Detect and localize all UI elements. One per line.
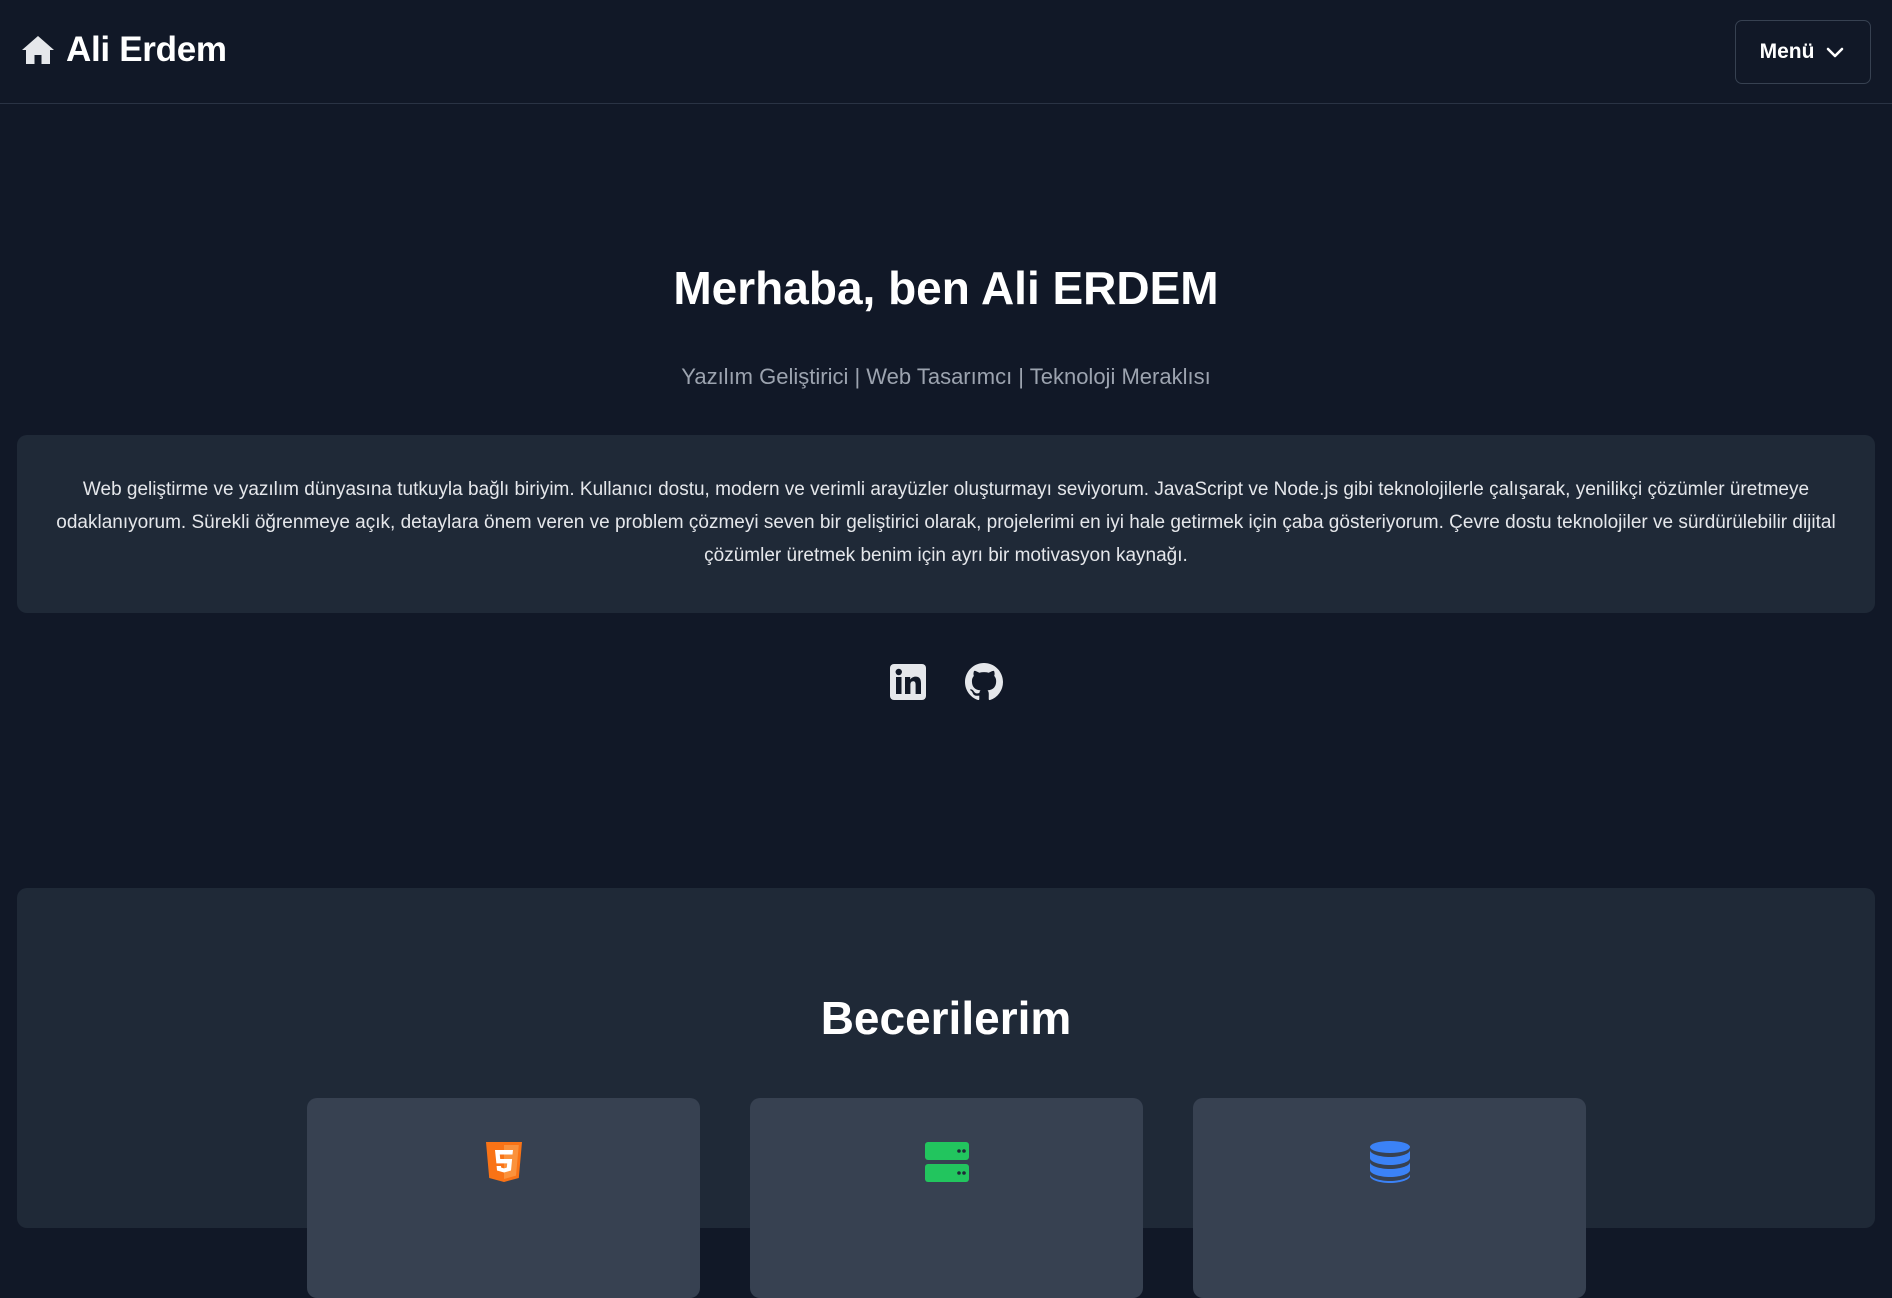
menu-label: Menü [1759,40,1815,63]
skills-section: Becerilerim [17,888,1875,1298]
about-card: Web geliştirme ve yazılım dünyasına tutk… [17,435,1875,613]
github-icon [965,663,1003,701]
home-icon [22,36,54,64]
html5-icon [485,1142,522,1182]
about-text: Web geliştirme ve yazılım dünyasına tutk… [56,479,1836,566]
skill-card-server [750,1098,1143,1298]
linkedin-link[interactable] [889,662,927,702]
server-icon [924,1142,969,1182]
brand-link[interactable]: Ali Erdem [20,30,227,70]
skill-card-database [1193,1098,1586,1298]
hero-subtitle: Yazılım Geliştirici | Web Tasarımcı | Te… [681,364,1211,389]
skills-title: Becerilerim [820,992,1072,1044]
linkedin-icon [890,664,926,700]
github-link[interactable] [965,662,1003,702]
site-header: Ali Erdem Menü [0,0,1892,104]
brand-name: Ali Erdem [66,30,227,69]
social-links [0,662,1892,702]
chevron-down-icon [1827,47,1844,58]
database-icon [1369,1141,1410,1183]
skill-card-html [307,1098,700,1298]
page-title: Merhaba, ben Ali ERDEM [673,262,1219,314]
menu-button[interactable]: Menü [1735,20,1871,84]
